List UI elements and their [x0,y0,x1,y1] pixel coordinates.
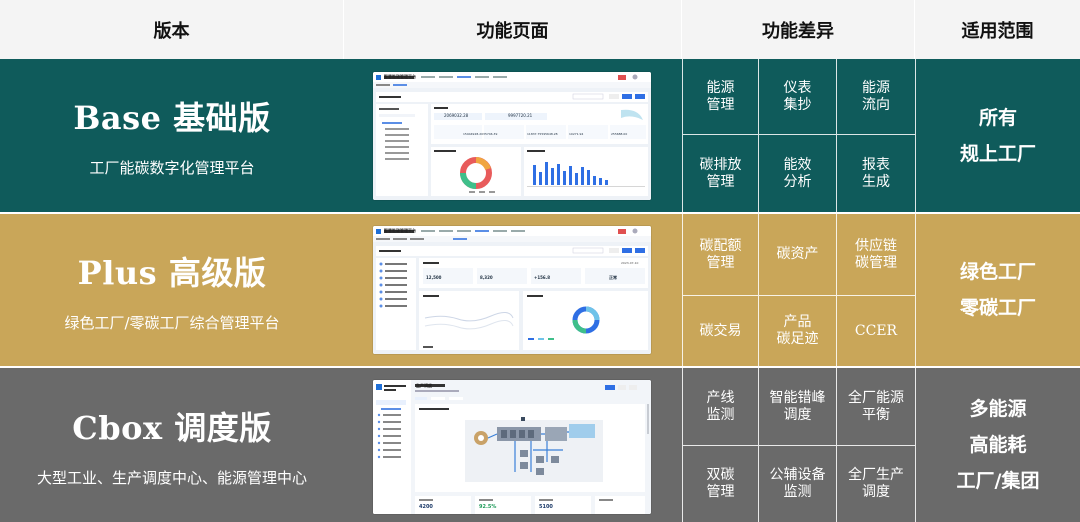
plus-feature-3: 供应链 碳管理 [836,214,915,296]
base-version-subtitle: 工厂能碳数字化管理平台 [89,159,255,177]
base-feature-4: 碳排放 管理 [682,135,758,212]
plus-app-title: 智慧能碳管理平台 [384,228,416,233]
plus-feature-6: CCER [836,296,915,366]
plus-version-name: Plus 高级版 [77,253,267,292]
base-scope-line-1: 所有 [978,106,1017,129]
plus-feature-5: 产品 碳足迹 [758,296,836,366]
plus-stat-4: 正常 [609,275,617,280]
cbox-version-cell: Cbox 调度版 大型工业、生产调度中心、能源管理中心 [0,368,344,522]
base-total-value: 2069032.28 [444,113,469,118]
cbox-screenshot-svg [373,380,651,514]
base-stat-3: 10271.94 [569,132,584,136]
plus-date: 2023-07-10 [621,261,639,265]
base-scope-line-2: 规上工厂 [959,142,1036,165]
plus-screenshot: 智慧能碳管理平台 12,500 8,320 +156.8 正常 2023-07-… [373,226,651,354]
plus-version-cell: Plus 高级版 绿色工厂/零碳工厂综合管理平台 [0,214,344,366]
plus-scope-line-2: 零碳工厂 [959,297,1036,319]
cbox-stat-3: 5100 [539,504,553,510]
plus-version-subtitle: 绿色工厂/零碳工厂综合管理平台 [64,313,280,332]
header-version-label: 版本 [153,20,190,42]
base-total-value-2: 9997720.21 [508,113,533,118]
base-stat-1: 15944928.2035746.39 [463,132,498,136]
cbox-feature-4: 双碳 管理 [682,446,758,522]
cbox-feature-6: 全厂生产 调度 [836,446,915,522]
base-feature-3: 能源 流向 [836,59,915,135]
header-diff-label: 功能差异 [762,20,834,42]
cbox-version-name: Cbox 调度版 [72,408,272,447]
base-feature-5: 能效 分析 [758,135,836,212]
plus-scope-line-1: 绿色工厂 [959,261,1036,283]
cbox-scope: 多能源 高能耗 工厂/集团 [915,368,1080,522]
base-stat-2: 11837.75595648.28 [527,132,558,136]
header-scope-label: 适用范围 [961,20,1034,42]
cbox-version-subtitle: 大型工业、生产调度中心、能源管理中心 [36,468,307,487]
cbox-scope-line-2: 高能耗 [969,434,1027,456]
cbox-feature-1: 产线 监测 [682,368,758,446]
base-feature-1: 能源 管理 [682,59,758,135]
cbox-stat-2: 92.5% [479,504,497,510]
header-page: 功能页面 [344,0,682,59]
base-version-name: Base 基础版 [73,99,271,137]
header-version: 版本 [0,0,344,59]
cbox-feature-5: 公辅设备 监测 [758,446,836,522]
base-stat-4: 255688.00 [611,132,628,136]
plus-stat-1: 12,500 [426,275,442,280]
header-page-label: 功能页面 [476,20,549,42]
header-diff: 功能差异 [682,0,915,59]
version-comparison-table: 版本 功能页面 功能差异 适用范围 Base 基础版 工厂能碳数字化管理平台 智… [0,0,1080,522]
cbox-feature-3: 全厂能源 平衡 [836,368,915,446]
plus-stat-3: +156.8 [534,275,551,280]
cbox-screenshot: 生产调度 4200 92.5% 5100 [373,380,651,514]
plus-feature-2: 碳资产 [758,214,836,296]
cbox-scope-line-3: 工厂/集团 [956,470,1040,492]
plus-feature-4: 碳交易 [682,296,758,366]
base-feature-6: 报表 生成 [836,135,915,212]
cbox-app-title: 生产调度 [416,383,432,388]
cbox-scope-line-1: 多能源 [969,398,1027,420]
plus-stat-2: 8,320 [480,275,493,280]
cbox-stat-1: 4200 [419,504,433,510]
cbox-feature-2: 智能错峰 调度 [758,368,836,446]
base-feature-2: 仪表 集抄 [758,59,836,135]
base-version-cell: Base 基础版 工厂能碳数字化管理平台 [0,59,344,212]
plus-feature-1: 碳配额 管理 [682,214,758,296]
header-scope: 适用范围 [915,0,1080,59]
plus-screenshot-svg [373,226,651,354]
base-scope: 所有 规上工厂 [915,59,1080,212]
base-screenshot: 智慧能碳管理平台 2069032.28 9997720.21 15944928.… [373,72,651,200]
base-screenshot-svg [373,72,651,200]
base-app-title: 智慧能碳管理平台 [384,74,416,79]
plus-scope: 绿色工厂 零碳工厂 [915,214,1080,366]
